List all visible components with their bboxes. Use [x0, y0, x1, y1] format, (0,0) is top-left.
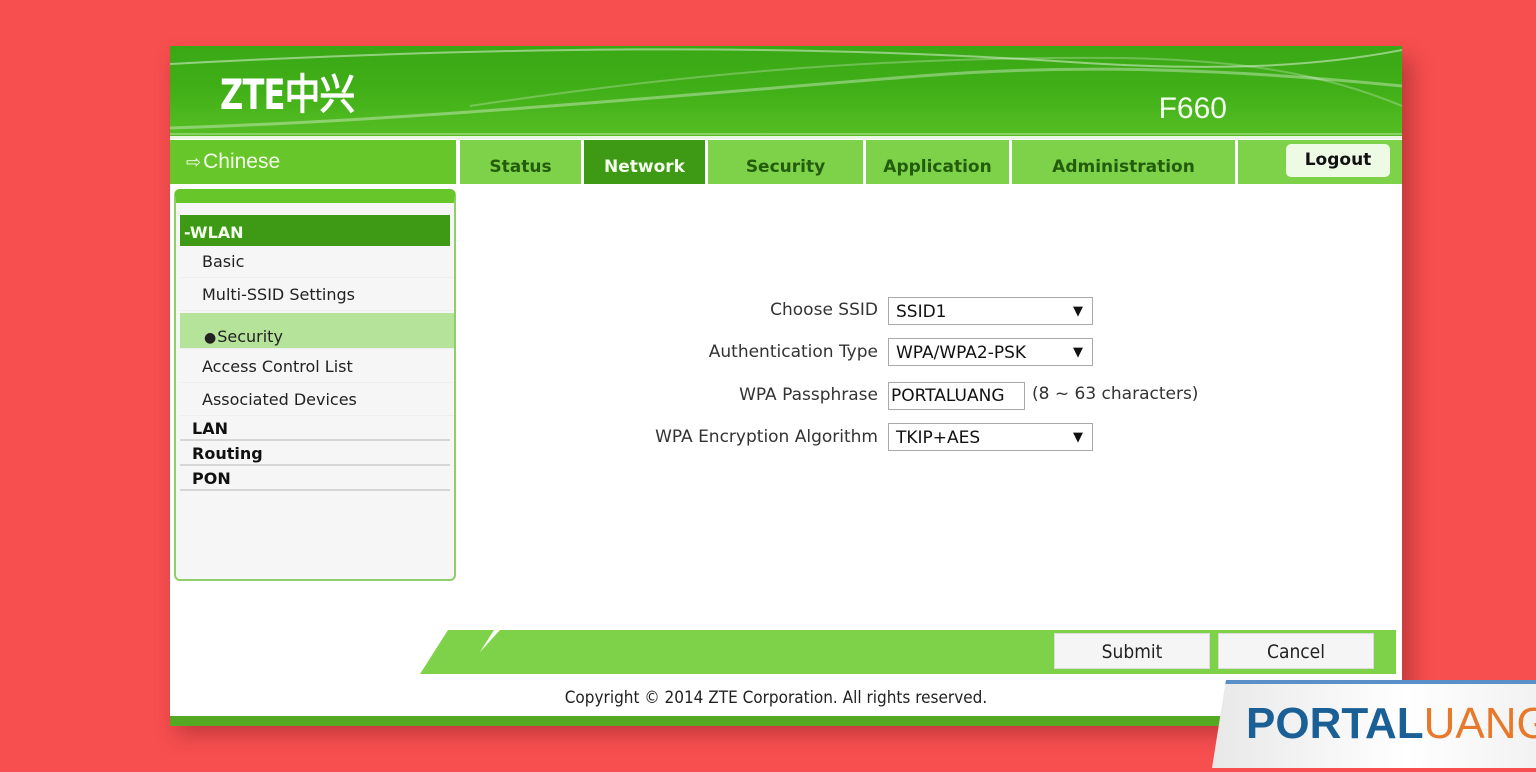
tab-network[interactable]: Network — [584, 140, 705, 184]
dropdown-caret-icon: ▼ — [1073, 345, 1083, 360]
language-link[interactable]: ⇨Chinese — [170, 140, 456, 184]
sidebar-item-security[interactable]: ●Security — [180, 313, 454, 349]
watermark-part2: UANG — [1423, 699, 1536, 748]
tab-status[interactable]: Status — [460, 140, 581, 184]
ssid-select[interactable]: SSID1 ▼ — [888, 297, 1093, 325]
sidebar-menu: -WLAN Basic Multi-SSID Settings ●Securit… — [174, 189, 456, 581]
arrow-right-outline-icon: ⇨ — [186, 152, 202, 172]
submit-button[interactable]: Submit — [1054, 633, 1210, 669]
logout-area: Logout — [1238, 140, 1402, 184]
ssid-label: Choose SSID — [770, 300, 878, 320]
sidebar-section-wlan[interactable]: -WLAN — [180, 215, 450, 246]
zte-logo: ZTE中兴 — [220, 70, 355, 119]
copyright-text: Copyright © 2014 ZTE Corporation. All ri… — [564, 688, 988, 708]
dropdown-caret-icon: ▼ — [1073, 304, 1083, 319]
router-admin-page: ZTE中兴 F660 ⇨Chinese Status Network Secur… — [170, 46, 1402, 726]
encryption-select[interactable]: TKIP+AES ▼ — [888, 423, 1093, 451]
tab-security[interactable]: Security — [708, 140, 863, 184]
bullet-icon: ● — [204, 330, 217, 346]
auth-type-select[interactable]: WPA/WPA2-PSK ▼ — [888, 338, 1093, 366]
watermark-logo: PORTALUANG — [1246, 702, 1536, 746]
tab-application[interactable]: Application — [866, 140, 1009, 184]
ssid-value: SSID1 — [896, 302, 947, 322]
sidebar-item-basic[interactable]: Basic — [180, 246, 454, 278]
logout-button[interactable]: Logout — [1286, 144, 1390, 177]
language-label: Chinese — [203, 150, 281, 173]
encryption-value: TKIP+AES — [896, 428, 981, 448]
sidebar-item-associated-devices[interactable]: Associated Devices — [180, 384, 454, 416]
sidebar-section-routing[interactable]: Routing — [180, 442, 450, 466]
dropdown-caret-icon: ▼ — [1073, 430, 1083, 445]
sidebar-item-multi-ssid[interactable]: Multi-SSID Settings — [180, 279, 454, 311]
auth-type-label: Authentication Type — [708, 342, 878, 362]
passphrase-hint: (8 ~ 63 characters) — [1032, 384, 1199, 404]
passphrase-input[interactable] — [888, 382, 1025, 410]
watermark-part1: PORTAL — [1246, 699, 1424, 748]
sidebar-section-pon[interactable]: PON — [180, 467, 450, 491]
sidebar-section-lan[interactable]: LAN — [180, 417, 450, 441]
encryption-label: WPA Encryption Algorithm — [655, 427, 878, 447]
model-name: F660 — [1158, 92, 1227, 125]
cancel-button[interactable]: Cancel — [1218, 633, 1374, 669]
tab-administration[interactable]: Administration — [1012, 140, 1235, 184]
auth-type-value: WPA/WPA2-PSK — [896, 343, 1027, 363]
passphrase-label: WPA Passphrase — [739, 385, 878, 405]
sidebar-item-label: Security — [217, 327, 283, 346]
footer-bar — [170, 716, 1402, 726]
sidebar-item-access-control-list[interactable]: Access Control List — [180, 351, 454, 383]
header-banner: ZTE中兴 F660 — [170, 46, 1402, 139]
